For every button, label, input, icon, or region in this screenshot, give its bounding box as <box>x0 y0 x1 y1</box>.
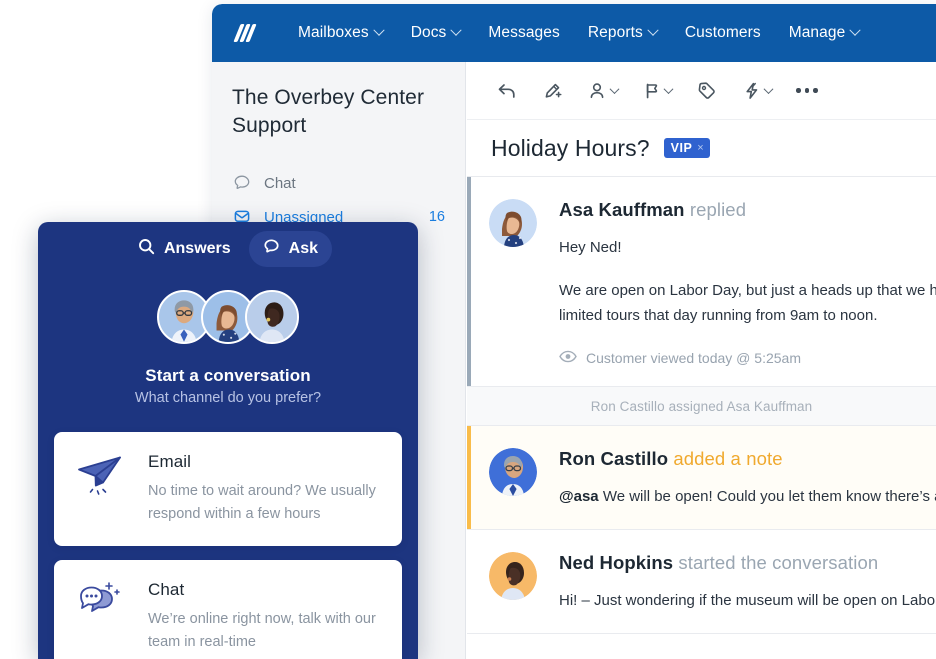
edit-pencil-plus-icon[interactable] <box>535 75 571 107</box>
workflow-lightning-icon[interactable] <box>735 75 779 107</box>
nav-label: Messages <box>488 24 560 41</box>
nav-item-messages[interactable]: Messages <box>474 18 573 48</box>
thread-message-note[interactable]: Ron Castillo added a note @asa We will b… <box>467 426 936 530</box>
flag-status-icon[interactable] <box>635 75 679 107</box>
channel-description: We’re online right now, talk with our te… <box>148 611 376 650</box>
thread-message-reply[interactable]: Asa Kauffman replied Hey Ned! We are ope… <box>467 177 936 387</box>
channel-card-email[interactable]: Email No time to wait around? We usually… <box>54 432 402 546</box>
nav-label: Docs <box>410 24 447 41</box>
message-line-part: limited tours that day running from 9am … <box>559 307 878 324</box>
message-viewed-status: Customer viewed today @ 5:25am <box>559 350 912 366</box>
mailbox-title: The Overbey Center Support <box>232 86 425 137</box>
message-body: Asa Kauffman replied Hey Ned! We are ope… <box>559 199 936 366</box>
chevron-down-icon <box>609 84 620 95</box>
status-badge-vip[interactable]: VIP × <box>663 138 711 158</box>
message-line: We are open on Labor Day, but just a hea… <box>559 278 936 328</box>
chevron-down-icon <box>450 24 463 36</box>
message-header: Ron Castillo added a note <box>559 448 912 470</box>
conversation-pane: Holiday Hours? VIP × Asa Kauffman replie… <box>467 62 936 659</box>
sidebar-item-label: Chat <box>264 174 296 192</box>
thread-event-assignment: Ron Castillo assigned Asa Kauffman <box>467 387 936 426</box>
message-author: Ron Castillo <box>559 448 669 469</box>
sidebar-item-count: 16 <box>428 209 445 225</box>
message-line-part: We are open on Labor Day, but just a hea… <box>559 282 936 299</box>
message-line-part: We will be open! Could you let them know… <box>598 488 936 505</box>
nav-label: Reports <box>587 24 643 41</box>
widget-heading: Start a conversation <box>145 366 311 385</box>
close-icon[interactable]: × <box>697 142 704 154</box>
nav-label: Manage <box>788 24 846 41</box>
message-body: Ron Castillo added a note @asa We will b… <box>559 448 936 509</box>
mention-tag[interactable]: @asa <box>559 488 599 505</box>
badge-label: VIP <box>670 141 693 155</box>
event-text: Ron Castillo assigned Asa Kauffman <box>590 398 813 414</box>
tab-label: Answers <box>163 240 231 257</box>
nav-label: Customers <box>684 24 761 41</box>
chevron-down-icon <box>647 24 659 36</box>
chat-widget-overlay[interactable]: Answers Ask Start a conversation What ch… <box>38 222 418 659</box>
nav-item-docs[interactable]: Docs <box>397 18 475 48</box>
tab-answers[interactable]: Answers <box>124 231 245 267</box>
avatar-asa-kauffman <box>489 199 537 247</box>
channel-description: No time to wait around? We usually respo… <box>148 483 376 522</box>
viewed-text: Customer viewed today @ 5:25am <box>586 350 801 366</box>
helpscout-logo-icon[interactable] <box>230 18 260 48</box>
screenshot-root: Mailboxes Docs Messages Reports Customer… <box>0 0 936 659</box>
chevron-down-icon <box>373 24 385 36</box>
widget-tab-bar: Answers Ask <box>38 222 418 268</box>
avatar-ron-castillo <box>489 448 537 496</box>
chevron-down-icon <box>849 24 861 36</box>
page-title: Holiday Hours? <box>491 134 650 161</box>
widget-subheading: What channel do you prefer? <box>134 390 322 406</box>
nav-item-mailboxes[interactable]: Mailboxes <box>284 18 397 48</box>
chevron-down-icon <box>763 84 774 95</box>
chat-bubbles-sparkle-icon <box>72 580 130 630</box>
sidebar-item-chat[interactable]: Chat <box>232 166 445 200</box>
app-header: Mailboxes Docs Messages Reports Customer… <box>212 4 936 62</box>
more-ellipsis-icon[interactable] <box>789 75 825 107</box>
reply-icon[interactable] <box>489 75 525 107</box>
message-action: replied <box>689 199 747 220</box>
chat-bubble-icon <box>232 173 252 193</box>
avatar-ned-hopkins <box>489 552 537 600</box>
message-header: Asa Kauffman replied <box>559 199 912 221</box>
message-author: Ned Hopkins <box>559 552 674 573</box>
nav-item-reports[interactable]: Reports <box>574 18 671 48</box>
message-line: @asa We will be open! Could you let them… <box>559 484 936 509</box>
nav-item-customers[interactable]: Customers <box>671 18 775 48</box>
nav-item-manage[interactable]: Manage <box>775 18 874 48</box>
conversation-subject-bar: Holiday Hours? VIP × <box>467 120 936 177</box>
channel-title: Chat <box>148 580 185 599</box>
assign-person-icon[interactable] <box>581 75 625 107</box>
channel-title: Email <box>148 452 192 471</box>
search-icon <box>138 238 155 260</box>
message-line: Hey Ned! <box>559 239 622 256</box>
message-header: Ned Hopkins started the conversation <box>559 552 912 574</box>
message-accent-bar <box>467 426 471 529</box>
chat-bubble-icon <box>263 238 280 260</box>
tab-ask[interactable]: Ask <box>248 231 333 267</box>
tag-icon[interactable] <box>689 75 725 107</box>
tab-label: Ask <box>288 240 319 257</box>
paper-plane-icon <box>72 452 130 502</box>
message-body: Ned Hopkins started the conversation Hi!… <box>559 552 936 613</box>
chevron-down-icon <box>663 84 674 95</box>
channel-card-chat[interactable]: Chat We’re online right now, talk with o… <box>54 560 402 659</box>
message-action: added a note <box>673 448 783 469</box>
channel-card-body: Email No time to wait around? We usually… <box>148 452 382 526</box>
message-thread[interactable]: Asa Kauffman replied Hey Ned! We are ope… <box>467 177 936 659</box>
message-author: Asa Kauffman <box>559 199 685 220</box>
conversation-toolbar <box>467 62 936 120</box>
avatar-widget-3 <box>245 290 299 344</box>
message-accent-bar <box>467 177 471 386</box>
widget-agent-avatars <box>38 290 418 344</box>
eye-icon <box>559 350 577 366</box>
message-action: started the conversation <box>678 552 879 573</box>
message-line: Hi! – Just wondering if the museum will … <box>559 592 936 609</box>
nav-label: Mailboxes <box>298 24 369 41</box>
channel-card-body: Chat We’re online right now, talk with o… <box>148 580 382 654</box>
thread-message-customer[interactable]: Ned Hopkins started the conversation Hi!… <box>467 530 936 634</box>
